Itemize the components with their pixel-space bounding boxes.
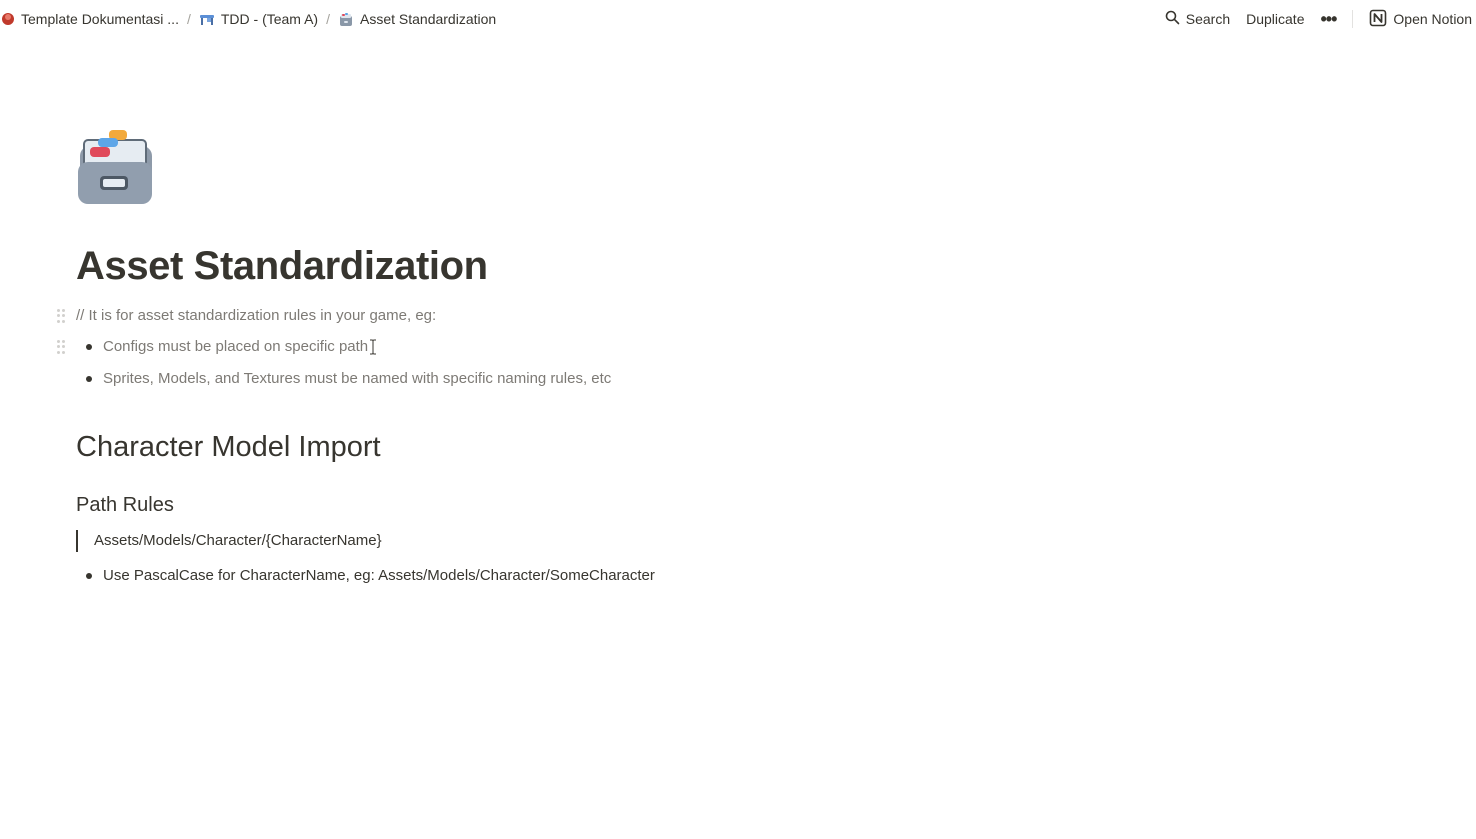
breadcrumb-label: Template Dokumentasi ... [21,11,179,27]
intro-label: // It is for asset standardization rules… [76,307,437,324]
topbar-actions: Search Duplicate ••• Open Notion [1165,9,1472,30]
breadcrumb-item-tdd[interactable]: TDD - (Team A) [195,9,322,29]
section-heading: Character Model Import [76,431,381,463]
quote-block[interactable]: Assets/Models/Character/{CharacterName} [76,530,382,552]
bullet-icon [86,573,92,579]
page-title: Asset Standardization [76,244,488,288]
duplicate-button[interactable]: Duplicate [1246,11,1304,27]
breadcrumb-item-workspace[interactable]: Template Dokumentasi ... [0,9,183,29]
open-notion-button[interactable]: Open Notion [1369,9,1472,30]
breadcrumb-separator: / [186,11,191,27]
avatar-icon [1,12,15,26]
search-button[interactable]: Search [1165,10,1230,28]
list-item-label: Configs must be placed on specific path [103,338,369,355]
search-icon [1165,10,1180,28]
bullet-icon [86,376,92,382]
desk-icon [199,12,215,26]
search-label: Search [1185,11,1231,27]
card-file-box-icon[interactable] [76,128,154,211]
quote-text: Assets/Models/Character/{CharacterName} [94,532,382,549]
more-icon: ••• [1320,9,1337,29]
drag-handle-icon[interactable] [57,340,65,354]
breadcrumb-label: TDD - (Team A) [220,11,319,27]
divider [1352,10,1354,28]
breadcrumb-separator: / [326,11,330,27]
more-options-button[interactable]: ••• [1320,9,1337,29]
bullet-icon [86,344,92,350]
intro-text[interactable]: // It is for asset standardization rules… [57,306,437,326]
breadcrumb-label: Asset Standardization [359,11,497,27]
text-cursor-icon [369,339,377,355]
subsection-heading: Path Rules [76,494,174,516]
list-item[interactable]: Configs must be placed on specific path [57,337,369,357]
list-item-label: Use PascalCase for CharacterName, eg: As… [103,567,655,584]
list-item[interactable]: Sprites, Models, and Textures must be na… [76,369,611,389]
breadcrumb-item-current[interactable]: Asset Standardization [334,9,500,29]
duplicate-label: Duplicate [1246,11,1305,27]
card-file-box-icon [338,11,354,27]
top-bar: Template Dokumentasi ... / TDD - (Team A… [0,0,1476,38]
list-item-label: Sprites, Models, and Textures must be na… [103,370,612,387]
breadcrumb: Template Dokumentasi ... / TDD - (Team A… [0,9,500,29]
open-notion-label: Open Notion [1393,11,1472,27]
drag-handle-icon[interactable] [57,309,65,323]
notion-logo-icon [1369,9,1387,30]
list-item[interactable]: Use PascalCase for CharacterName, eg: As… [76,566,655,586]
